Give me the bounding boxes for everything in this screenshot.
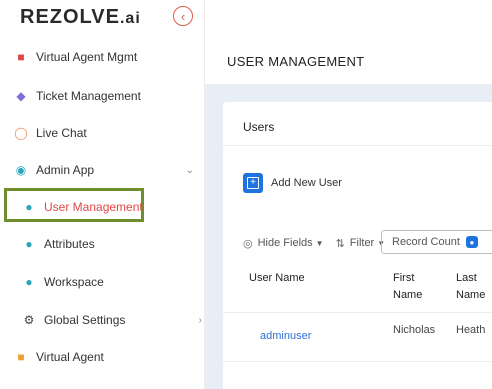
brand-logo[interactable]: REZOLVE.ai [20,6,141,29]
column-header-text: Name [393,289,423,301]
record-count-placeholder: Record Count [392,236,460,248]
column-header-text: User Name [249,272,305,284]
ticket-icon: ◆ [16,89,26,103]
column-header-user-name[interactable]: User Name [249,270,305,287]
sidebar-item-ticket-management[interactable]: ◆ Ticket Management [0,81,218,111]
column-header-text: Name [456,289,486,301]
page-title: USER MANAGEMENT [227,54,365,69]
sidebar-item-virtual-agent[interactable]: ■ Virtual Agent [0,342,218,372]
filter-button[interactable]: ⇅ Filter ▼ [336,237,386,250]
last-name-cell: Heath [456,324,486,336]
gears-icon: ⚙ [23,313,35,327]
card-title: Users [243,120,275,134]
collapse-sidebar-button[interactable]: ‹ [173,6,193,26]
logo-suffix-text: .ai [119,10,141,27]
logo-row: REZOLVE.ai ‹ [0,0,204,38]
table-header: User Name First Name Last Name [223,262,492,313]
users-icon: ● [25,237,33,251]
content-area: Users + Add New User ◎ Hide Fields ▼ ⇅ F… [205,85,492,389]
page-header: USER MANAGEMENT [205,38,492,85]
column-header-text: Last [456,272,477,284]
chat-bubbles-icon: ◯ [14,126,28,140]
first-name-cell: Nicholas [393,324,436,336]
sidebar-item-attributes[interactable]: ● Attributes [0,229,226,259]
record-count-field[interactable]: Record Count ● [381,230,492,254]
user-name-link[interactable]: adminuser [260,330,311,342]
puzzle-icon: ■ [17,50,25,64]
table-toolbar: ◎ Hide Fields ▼ ⇅ Filter ▼ [243,231,397,255]
logo-main-text: REZOLVE [20,6,120,28]
add-new-user-label: Add New User [271,177,342,189]
sidebar-item-live-chat[interactable]: ◯ Live Chat [0,118,218,148]
sidebar-item-global-settings[interactable]: ⚙ Global Settings › [0,305,226,335]
sidebar-item-label: Ticket Management [36,89,141,103]
sidebar-item-label: Admin App [36,163,95,177]
sidebar-item-user-management[interactable]: ● User Management [0,192,226,222]
sidebar-item-virtual-agent-mgmt[interactable]: ■ Virtual Agent Mgmt [0,42,218,72]
chevron-left-icon: ‹ [180,8,186,24]
hide-fields-label: Hide Fields [257,237,313,249]
sidebar-item-workspace[interactable]: ● Workspace [0,267,226,297]
record-count-badge: ● [465,236,478,248]
sidebar-item-label: Workspace [44,275,104,289]
chevron-right-icon: › [198,314,202,326]
add-icon: + [243,173,263,193]
column-header-first-name[interactable]: First Name [393,270,422,304]
column-header-last-name[interactable]: Last Name [456,270,485,304]
user-circle-icon: ◉ [15,163,27,177]
table-row[interactable]: adminuser Nicholas Heath [223,313,492,362]
main-content: USER MANAGEMENT Users + Add New User ◎ H… [205,0,492,389]
sidebar-item-label: Virtual Agent [36,350,104,364]
sidebar: REZOLVE.ai ‹ ■ Virtual Agent Mgmt ◆ Tick… [0,0,205,389]
users-icon: ● [25,275,33,289]
hide-fields-button[interactable]: ◎ Hide Fields ▼ [243,237,324,250]
sidebar-item-label: Virtual Agent Mgmt [36,50,138,64]
sidebar-item-label: Attributes [44,237,95,251]
chevron-down-icon: ⌄ [185,164,194,176]
sidebar-item-label: Live Chat [36,126,87,140]
info-square-icon: ■ [17,350,25,364]
sidebar-item-label: Global Settings [44,313,126,327]
sidebar-item-admin-app[interactable]: ◉ Admin App ⌄ [0,155,218,185]
caret-down-icon: ▼ [315,238,324,248]
eye-slash-icon: ◎ [243,237,253,250]
users-card: Users + Add New User ◎ Hide Fields ▼ ⇅ F… [223,102,492,389]
sidebar-item-label: User Management [44,200,143,214]
column-header-text: First [393,272,415,284]
card-divider [223,145,492,146]
filter-label: Filter [349,237,375,249]
add-new-user-button[interactable]: + Add New User [243,173,342,193]
users-icon: ● [25,200,33,214]
sort-filter-icon: ⇅ [335,237,345,250]
